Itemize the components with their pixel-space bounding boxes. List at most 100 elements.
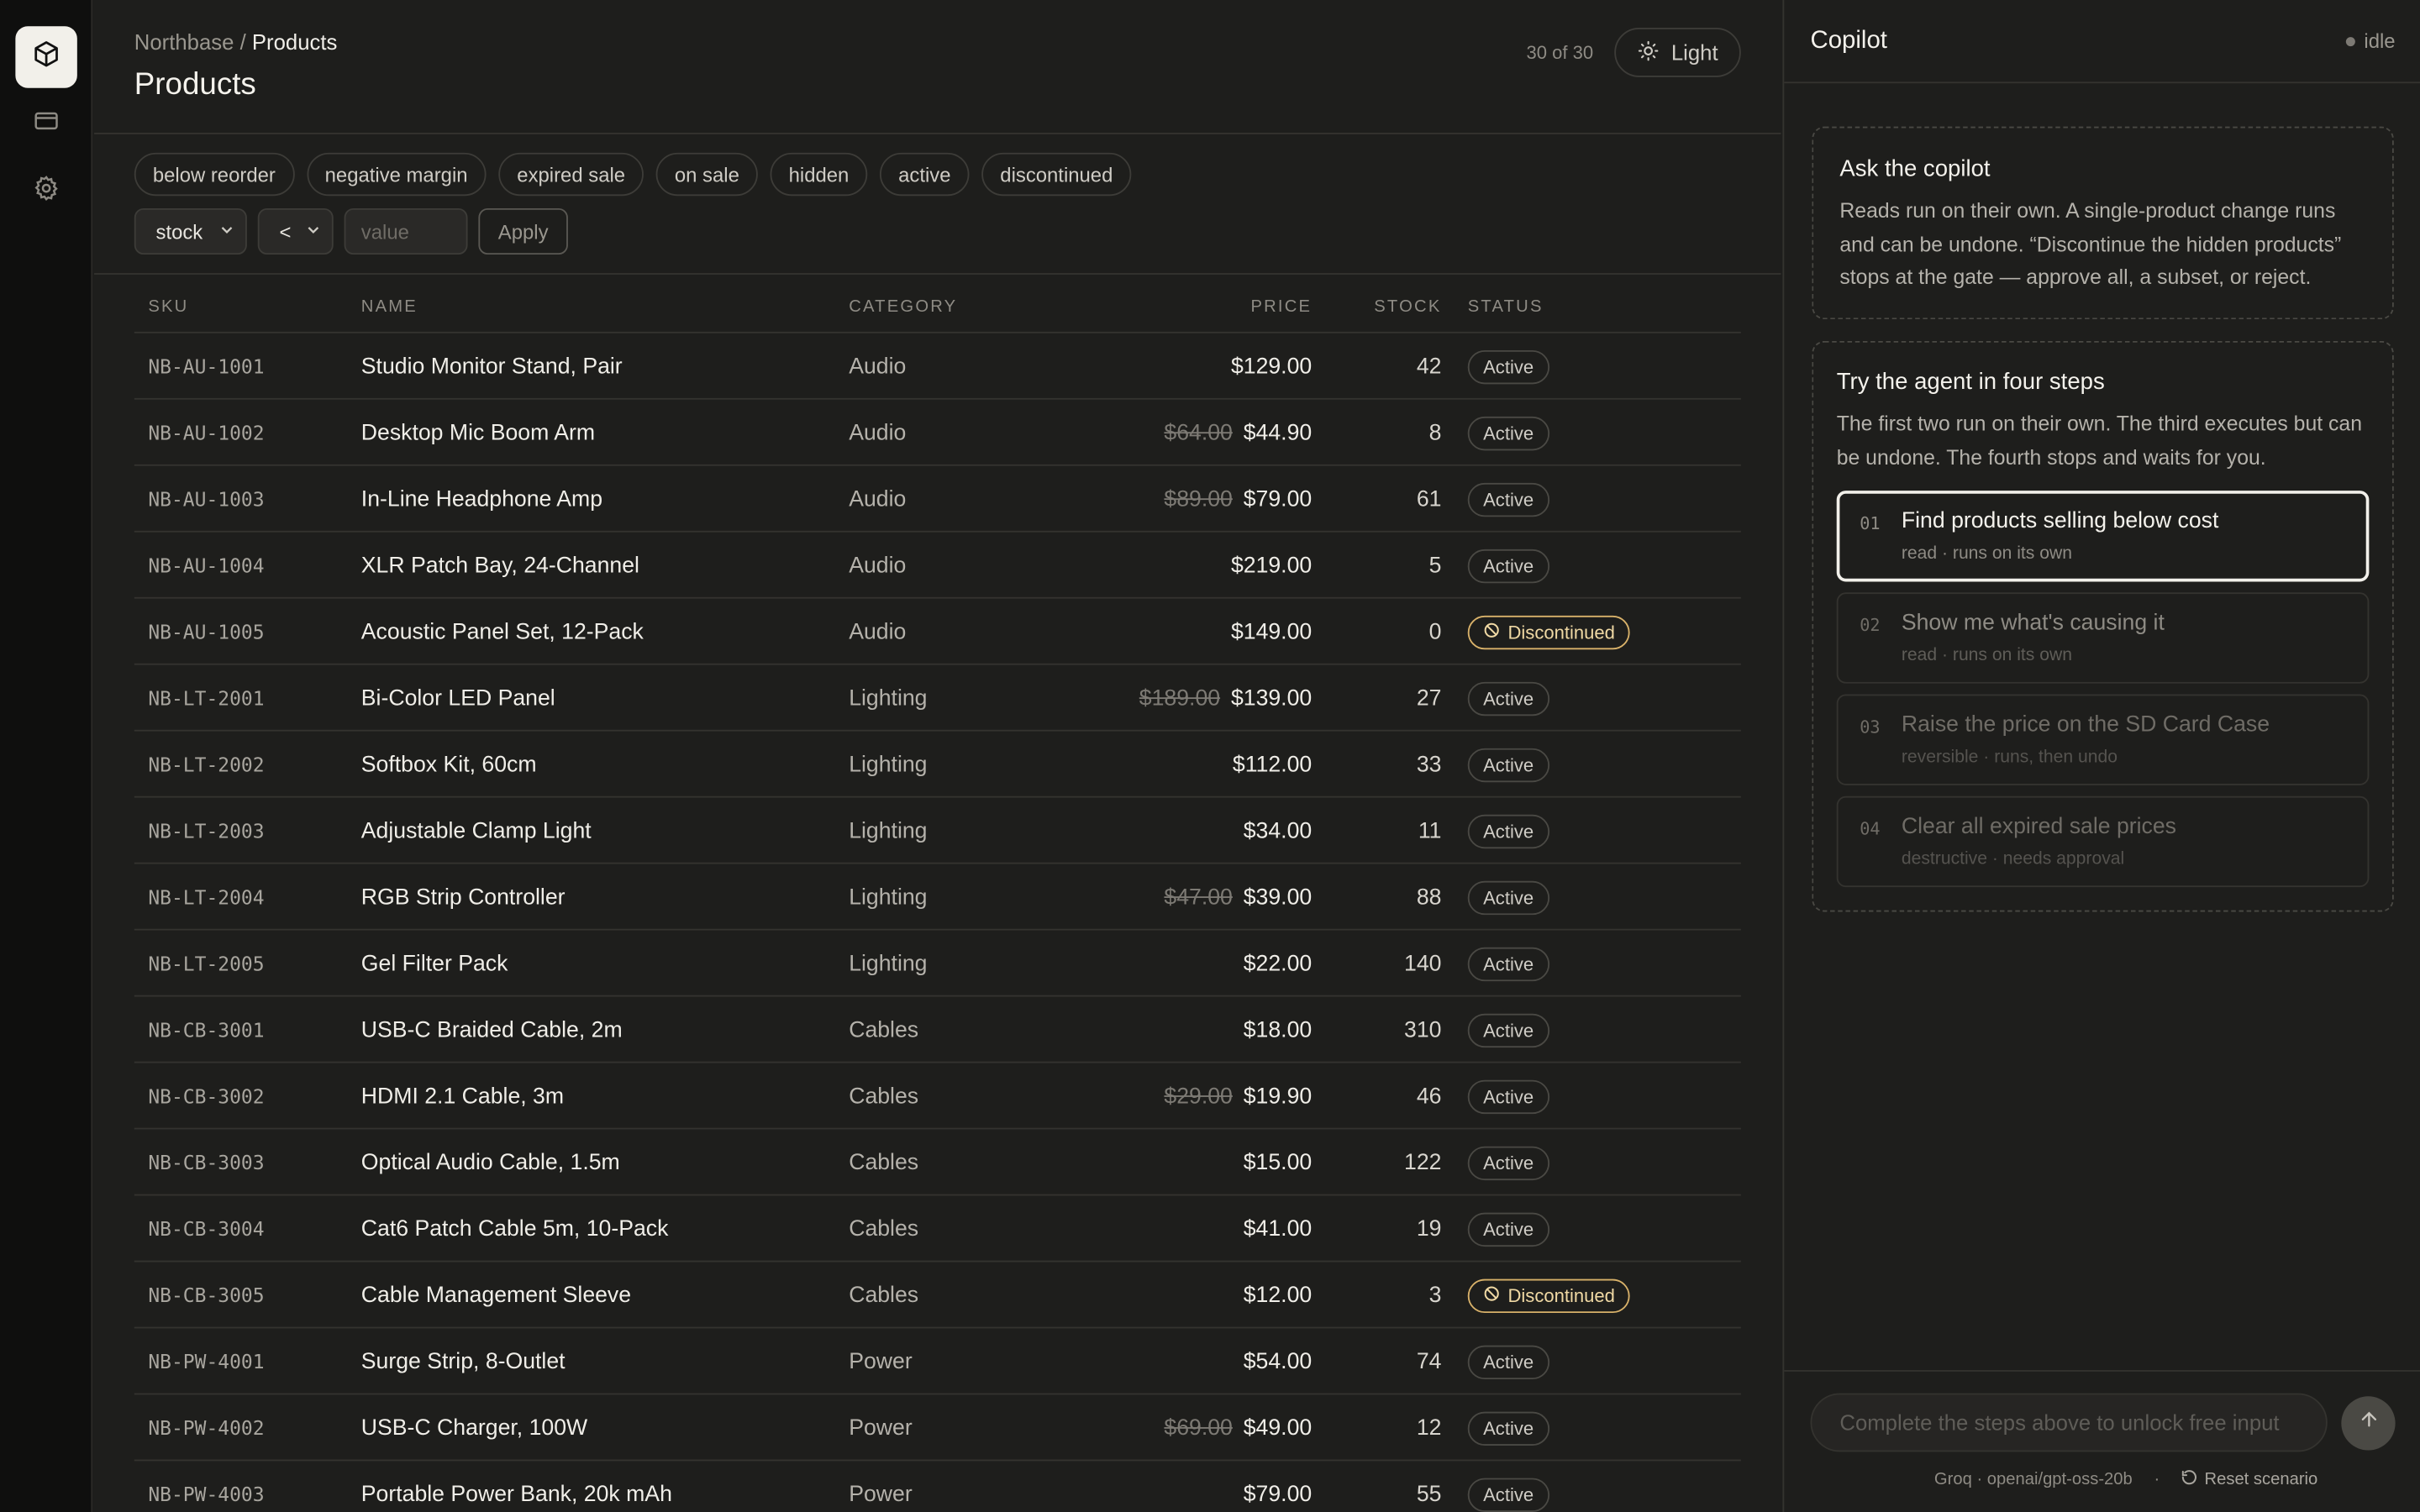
chip-negative-margin[interactable]: negative margin xyxy=(306,152,487,197)
cell-stock: 3 xyxy=(1428,1283,1442,1308)
status-label: Active xyxy=(1483,1152,1534,1173)
field-select[interactable]: stock xyxy=(134,207,247,255)
status-badge: Active xyxy=(1467,416,1549,450)
step-3-button[interactable]: 03 Raise the price on the SD Card Case r… xyxy=(1836,694,2370,785)
copilot-footer: Groq · openai/gpt-oss-20b · Reset scenar… xyxy=(1784,1370,2420,1512)
chip-below-reorder[interactable]: below reorder xyxy=(134,152,294,197)
nav-products-button[interactable] xyxy=(15,26,77,88)
table-row[interactable]: NB-LT-2001 Bi-Color LED Panel Lighting $189… xyxy=(134,665,1741,732)
result-count: 30 of 30 xyxy=(1526,41,1594,64)
cell-sku: NB-AU-1002 xyxy=(148,421,265,444)
col-stock[interactable]: STOCK xyxy=(1374,297,1441,316)
cell-stock: 19 xyxy=(1416,1216,1442,1242)
col-category[interactable]: CATEGORY xyxy=(849,297,957,316)
cell-category: Cables xyxy=(849,1283,919,1308)
cell-category: Lighting xyxy=(849,752,928,777)
status-badge: Active xyxy=(1467,1410,1549,1446)
original-price: $47.00 xyxy=(1164,885,1233,910)
step-2-button[interactable]: 02 Show me what's causing it read · runs… xyxy=(1836,592,2370,684)
value-input[interactable] xyxy=(344,207,468,255)
chip-on-sale[interactable]: on sale xyxy=(655,152,758,197)
page-header: Northbase / Products Products 30 of 30 L… xyxy=(94,0,1781,134)
col-price[interactable]: PRICE xyxy=(1250,297,1312,316)
table-row[interactable]: NB-LT-2003 Adjustable Clamp Light Lighting… xyxy=(134,798,1741,864)
cell-price: $12.00 xyxy=(1244,1262,1312,1328)
steps-title: Try the agent in four steps xyxy=(1836,368,2105,396)
chip-expired-sale[interactable]: expired sale xyxy=(498,152,644,197)
table-row[interactable]: NB-CB-3003 Optical Audio Cable, 1.5m Cable… xyxy=(134,1129,1741,1196)
cell-stock: 46 xyxy=(1416,1084,1442,1109)
status-label: Active xyxy=(1483,687,1534,709)
chevron-down-icon xyxy=(304,220,323,244)
step-4-button[interactable]: 04 Clear all expired sale prices destruc… xyxy=(1836,795,2370,888)
operator-select-value: < xyxy=(279,219,292,244)
cell-category: Audio xyxy=(849,420,907,445)
step-sub: read · runs on its own xyxy=(1901,544,2072,564)
current-price: $12.00 xyxy=(1243,1283,1313,1308)
cell-category: Cables xyxy=(849,1017,919,1042)
cell-price: $149.00 xyxy=(1231,599,1312,665)
undo-icon xyxy=(2181,1469,2198,1491)
send-button[interactable] xyxy=(2341,1396,2396,1451)
chevron-down-icon xyxy=(218,220,236,244)
chip-active[interactable]: active xyxy=(880,152,970,197)
nav-billing-button[interactable] xyxy=(15,92,76,154)
step-number: 03 xyxy=(1860,717,1881,738)
operator-select[interactable]: < xyxy=(257,207,334,255)
current-price: $49.00 xyxy=(1243,1415,1313,1441)
cell-sku: NB-LT-2003 xyxy=(148,819,265,843)
col-name[interactable]: NAME xyxy=(361,297,418,316)
table-row[interactable]: NB-AU-1004 XLR Patch Bay, 24-Channel Audio… xyxy=(134,533,1741,599)
status-badge: Active xyxy=(1467,1477,1549,1512)
breadcrumb-root[interactable]: Northbase xyxy=(134,29,234,54)
table-row[interactable]: NB-CB-3005 Cable Management Sleeve Cables $… xyxy=(134,1262,1741,1329)
apply-button[interactable]: Apply xyxy=(478,207,568,255)
table-row[interactable]: NB-AU-1002 Desktop Mic Boom Arm Audio $64.0… xyxy=(134,400,1741,466)
cell-price: $22.00 xyxy=(1244,931,1312,997)
table-row[interactable]: NB-CB-3004 Cat6 Patch Cable 5m, 10-Pack Ca… xyxy=(134,1195,1741,1263)
status-dot-icon xyxy=(2345,36,2355,46)
table-row[interactable]: NB-CB-3002 HDMI 2.1 Cable, 3m Cables $29.00… xyxy=(134,1063,1741,1130)
step-number: 04 xyxy=(1860,819,1881,840)
status-label: Active xyxy=(1483,488,1534,511)
table-row[interactable]: NB-AU-1003 In-Line Headphone Amp Audio $89.… xyxy=(134,466,1741,533)
chip-hidden[interactable]: hidden xyxy=(770,152,868,197)
cell-category: Audio xyxy=(849,619,907,644)
table-row[interactable]: NB-CB-3001 USB-C Braided Cable, 2m Cables $… xyxy=(134,997,1741,1063)
cell-price: $89.00 $79.00 xyxy=(1164,466,1312,533)
ask-body: Reads run on their own. A single-product… xyxy=(1839,198,2342,289)
cell-category: Power xyxy=(849,1349,913,1374)
reset-scenario-button[interactable]: Reset scenario xyxy=(2181,1469,2317,1491)
col-sku[interactable]: SKU xyxy=(148,297,188,316)
cell-status: Discontinued xyxy=(1467,599,1631,665)
status-badge: Active xyxy=(1467,1012,1549,1047)
table-row[interactable]: NB-LT-2002 Softbox Kit, 60cm Lighting $112.… xyxy=(134,732,1741,798)
step-1-button[interactable]: 01 Find products selling below cost read… xyxy=(1836,491,2370,582)
copilot-title: Copilot xyxy=(1810,28,1887,55)
nav-settings-button[interactable] xyxy=(15,160,76,222)
status-label: Active xyxy=(1483,886,1534,908)
cell-sku: NB-AU-1003 xyxy=(148,487,265,511)
table-row[interactable]: NB-PW-4002 USB-C Charger, 100W Power $69.00… xyxy=(134,1394,1741,1462)
current-price: $112.00 xyxy=(1232,752,1313,777)
card-icon xyxy=(33,106,60,141)
theme-toggle-button[interactable]: Light xyxy=(1614,28,1741,77)
col-status[interactable]: STATUS xyxy=(1468,297,1544,316)
current-price: $139.00 xyxy=(1230,685,1313,711)
table-row[interactable]: NB-AU-1005 Acoustic Panel Set, 12-Pack Aud… xyxy=(134,599,1741,665)
cell-status: Active xyxy=(1467,1195,1549,1262)
meta-separator: · xyxy=(2154,1470,2160,1489)
page-title: Products xyxy=(134,67,256,102)
table-row[interactable]: NB-AU-1001 Studio Monitor Stand, Pair Audi… xyxy=(134,333,1741,400)
cell-name: USB-C Charger, 100W xyxy=(360,1415,588,1441)
chip-discontinued[interactable]: discontinued xyxy=(981,152,1132,197)
table-row[interactable]: NB-PW-4001 Surge Strip, 8-Outlet Power $54.… xyxy=(134,1328,1741,1395)
copilot-input[interactable] xyxy=(1810,1393,2328,1452)
cell-name: HDMI 2.1 Cable, 3m xyxy=(360,1084,565,1109)
current-price: $54.00 xyxy=(1243,1349,1313,1374)
table-row[interactable]: NB-PW-4003 Portable Power Bank, 20k mAh Po… xyxy=(134,1461,1741,1512)
cell-stock: 8 xyxy=(1428,420,1442,445)
status-label: Active xyxy=(1483,355,1534,378)
table-row[interactable]: NB-LT-2004 RGB Strip Controller Lighting $4… xyxy=(134,864,1741,931)
table-row[interactable]: NB-LT-2005 Gel Filter Pack Lighting $22.00 1… xyxy=(134,931,1741,997)
